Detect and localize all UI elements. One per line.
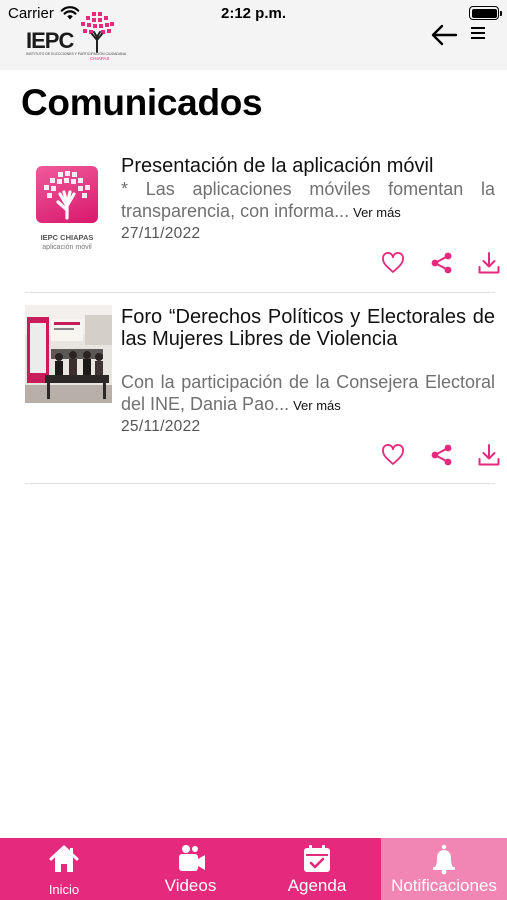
heart-icon[interactable] [380,250,406,276]
card-date: 27/11/2022 [121,225,201,242]
download-icon[interactable] [476,250,502,276]
logo-wordmark: IEPC [26,28,74,53]
page-title: Comunicados [21,82,263,123]
iepc-logo: IEPC INSTITUTO DE ELECCIONES Y PARTICIPA… [22,10,126,62]
share-icon[interactable] [429,442,455,468]
card-title[interactable]: Presentación de la aplicación móvil [121,155,495,177]
tab-agenda[interactable]: Agenda [253,838,381,900]
tab-label: Videos [164,876,217,895]
download-icon[interactable] [476,442,502,468]
tab-label: Agenda [287,876,347,895]
news-card[interactable]: Foro “Derechos Políticos y Electorales d… [25,300,500,484]
thumbnail-subtitle: aplicación móvil [42,244,92,251]
hamburger-menu-icon[interactable] [470,26,486,40]
news-card[interactable]: IEPC CHIAPAS aplicación móvil Presentaci… [25,152,500,290]
logo-tree-icon [81,12,114,53]
tab-label: Notificaciones [391,876,497,895]
thumbnail-brand: IEPC CHIAPAS [40,233,94,242]
app-header: Carrier 2:12 p.m. IEPC INSTITUTO DE ELEC… [0,0,507,70]
home-icon [49,845,79,872]
tab-notificaciones[interactable]: Notificaciones [381,838,507,900]
back-arrow-icon[interactable] [430,24,458,46]
bottom-tab-bar: Inicio Videos Agenda Notificaciones [0,838,507,900]
tree-hand-icon [44,171,90,220]
ver-mas-link[interactable]: Ver más [293,398,341,413]
logo-tagline: INSTITUTO DE ELECCIONES Y PARTICIPACIÓN … [26,52,127,56]
card-description: Con la participación de la Consejera Ele… [121,371,495,417]
bell-icon [433,844,455,875]
card-thumbnail-app: IEPC CHIAPAS aplicación móvil [34,164,100,251]
tab-label: Inicio [48,882,80,897]
heart-icon[interactable] [380,442,406,468]
app-logo-tile [36,166,98,223]
forum-photo-image [25,305,112,403]
card-actions [365,250,500,276]
battery-icon [469,6,502,20]
video-camera-icon [178,845,205,871]
card-thumbnail-photo [25,305,112,403]
tab-videos[interactable]: Videos [128,838,253,900]
card-date: 25/11/2022 [121,418,201,435]
share-icon[interactable] [429,250,455,276]
card-description: * Las aplicaciones móviles fomentan la t… [121,178,495,224]
card-divider [25,292,495,293]
calendar-icon [304,845,330,872]
tab-inicio[interactable]: Inicio [0,838,128,900]
card-title[interactable]: Foro “Derechos Políticos y Electorales d… [121,306,495,350]
ver-mas-link[interactable]: Ver más [353,205,401,220]
logo-subtext: CHIAPAS [90,56,110,61]
card-description-text: * Las aplicaciones móviles fomentan la t… [121,179,495,221]
card-actions [365,442,500,468]
